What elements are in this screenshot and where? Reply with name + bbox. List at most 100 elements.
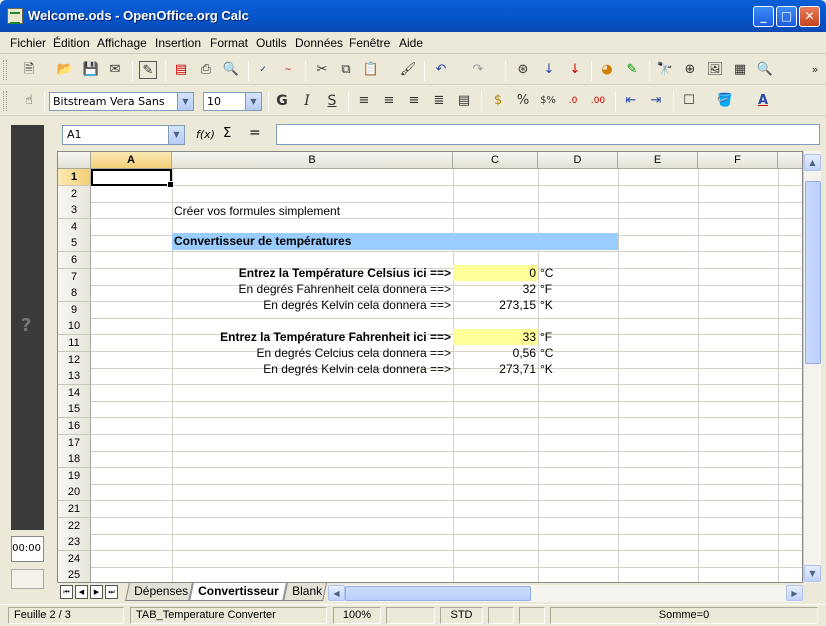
cell-b12[interactable]: En degrés Celcius cela donnera ==> (172, 345, 453, 362)
sort-ascending-icon[interactable]: ↓ (540, 61, 558, 79)
row-header-23[interactable]: 23 (58, 534, 91, 552)
decrease-indent-icon[interactable]: ⇤ (622, 92, 640, 110)
row-header-4[interactable]: 4 (58, 218, 91, 236)
menu-fichier[interactable]: Fichier (10, 36, 46, 50)
undo-icon[interactable]: ↶ (432, 61, 450, 79)
sheet-tab-depenses[interactable]: Dépenses (125, 583, 193, 601)
navigator-icon[interactable]: ⊕ (681, 61, 699, 79)
previous-sheet-icon[interactable]: ◀ (75, 585, 88, 599)
column-header-g[interactable] (778, 152, 802, 169)
zoom-level[interactable]: 100% (333, 607, 381, 624)
row-header-14[interactable]: 14 (58, 384, 91, 402)
select-all-corner[interactable] (58, 152, 91, 169)
justify-icon[interactable]: ≣ (430, 92, 448, 110)
next-sheet-icon[interactable]: ▶ (90, 585, 103, 599)
row-header-5[interactable]: 5 (58, 235, 91, 253)
scroll-down-icon[interactable]: ▼ (804, 565, 821, 582)
row-header-9[interactable]: 9 (58, 301, 91, 319)
spellcheck-icon[interactable]: ✓ (254, 61, 272, 79)
cell-c13[interactable]: 273,71 (453, 361, 538, 378)
scroll-right-icon[interactable]: ▶ (786, 585, 803, 601)
sheet-tab-blank[interactable]: Blank (283, 583, 327, 601)
percent-format-icon[interactable]: % (514, 92, 532, 110)
row-header-7[interactable]: 7 (58, 268, 91, 286)
help-icon[interactable]: ? (21, 315, 31, 336)
row-header-16[interactable]: 16 (58, 418, 91, 435)
edit-file-icon[interactable]: ✎ (139, 61, 157, 79)
menu-outils[interactable]: Outils (256, 36, 287, 50)
row-header-18[interactable]: 18 (58, 451, 91, 469)
horizontal-scrollbar[interactable]: ◀ ▶ (328, 585, 803, 602)
cell-cursor-a1[interactable] (91, 169, 174, 188)
cell-d9[interactable]: °K (538, 297, 618, 314)
email-icon[interactable]: ✉ (106, 61, 124, 79)
copy-icon[interactable]: ⧉ (337, 61, 355, 79)
calc-app-icon[interactable] (7, 8, 23, 24)
close-button[interactable]: ✕ (799, 6, 820, 27)
first-sheet-icon[interactable]: ⏮ (60, 585, 73, 599)
column-header-a[interactable]: A (91, 152, 172, 169)
column-header-f[interactable]: F (698, 152, 778, 169)
menu-donnees[interactable]: Données (295, 36, 343, 50)
row-header-15[interactable]: 15 (58, 401, 91, 419)
font-color-icon[interactable]: A (754, 92, 772, 110)
cell-b9[interactable]: En degrés Kelvin cela donnera ==> (172, 297, 453, 314)
row-header-10[interactable]: 10 (58, 318, 91, 336)
styles-formatting-icon[interactable]: ☝ (20, 92, 38, 110)
align-center-icon[interactable]: ≡ (380, 92, 398, 110)
menu-format[interactable]: Format (210, 36, 248, 50)
open-folder-icon[interactable]: 📂 (56, 61, 74, 79)
chevron-down-icon[interactable]: ▼ (168, 126, 184, 144)
toolbar-grip[interactable] (3, 60, 7, 80)
row-header-12[interactable]: 12 (58, 351, 91, 369)
redo-icon[interactable]: ↷ (469, 61, 487, 79)
maximize-button[interactable]: □ (776, 6, 797, 27)
cell-d8[interactable]: °F (538, 281, 618, 298)
draw-functions-icon[interactable]: ✎ (623, 61, 641, 79)
hyperlink-icon[interactable]: ⊛ (514, 61, 532, 79)
row-header-20[interactable]: 20 (58, 484, 91, 502)
row-header-19[interactable]: 19 (58, 467, 91, 485)
menu-aide[interactable]: Aide (399, 36, 423, 50)
function-button[interactable]: = (249, 125, 261, 141)
row-header-8[interactable]: 8 (58, 285, 91, 303)
minimize-button[interactable]: _ (753, 6, 774, 27)
row-header-13[interactable]: 13 (58, 368, 91, 386)
print-icon[interactable]: ⎙ (197, 61, 215, 79)
bold-button[interactable]: G (273, 92, 291, 110)
add-decimal-icon[interactable]: .0 (564, 92, 582, 110)
menu-affichage[interactable]: Affichage (97, 36, 147, 50)
row-header-11[interactable]: 11 (58, 335, 91, 352)
sort-descending-icon[interactable]: ↓ (566, 61, 584, 79)
cell-b3[interactable]: Créer vos formules simplement (172, 203, 453, 220)
increase-indent-icon[interactable]: ⇥ (647, 92, 665, 110)
background-color-icon[interactable]: 🪣 (716, 92, 734, 110)
new-document-icon[interactable]: 🗎 (20, 61, 38, 79)
cell-c7[interactable]: 0 (453, 265, 538, 282)
borders-icon[interactable]: ☐ (680, 92, 698, 110)
align-right-icon[interactable]: ≡ (405, 92, 423, 110)
row-header-24[interactable]: 24 (58, 550, 91, 568)
row-header-1[interactable]: 1 (58, 169, 91, 186)
row-header-3[interactable]: 3 (58, 202, 91, 220)
horizontal-scroll-thumb[interactable] (345, 586, 531, 601)
function-wizard-button[interactable]: f(x) (196, 128, 215, 141)
zoom-icon[interactable]: 🔍 (756, 61, 774, 79)
chart-icon[interactable]: ◕ (598, 61, 616, 79)
vertical-scrollbar[interactable]: ▲ ▼ (803, 151, 821, 583)
menu-edition[interactable]: Édition (53, 36, 90, 50)
standard-format-icon[interactable]: $% (539, 92, 557, 110)
toolbar-overflow-icon[interactable]: » (806, 61, 824, 79)
autospellcheck-icon[interactable]: ~ (279, 61, 297, 79)
cut-icon[interactable]: ✂ (313, 61, 331, 79)
formula-input[interactable] (276, 124, 820, 145)
format-paintbrush-icon[interactable]: 🖌 (399, 61, 417, 79)
align-left-icon[interactable]: ≡ (355, 92, 373, 110)
chevron-down-icon[interactable]: ▼ (245, 93, 261, 110)
currency-format-icon[interactable]: $ (489, 92, 507, 110)
cell-c12[interactable]: 0,56 (453, 345, 538, 362)
cell-d13[interactable]: °K (538, 361, 618, 378)
page-preview-icon[interactable]: 🔍 (222, 61, 240, 79)
sum-button[interactable]: Σ (223, 126, 231, 141)
row-header-2[interactable]: 2 (58, 185, 91, 203)
